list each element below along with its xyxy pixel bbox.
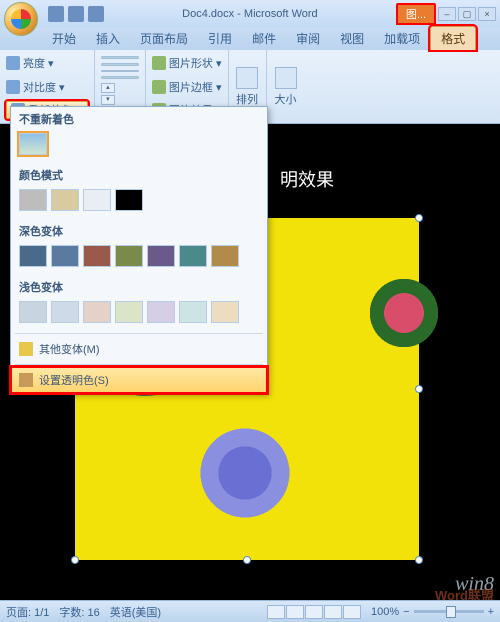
section-dark-variants: 深色变体 (11, 219, 267, 241)
swatch-light-4[interactable] (115, 301, 143, 323)
swatch-sepia[interactable] (51, 189, 79, 211)
swatch-dark-5[interactable] (147, 245, 175, 267)
qat-undo-icon[interactable] (68, 6, 84, 22)
picture-style-2[interactable] (101, 63, 139, 66)
ribbon-tabs: 开始 插入 页面布局 引用 邮件 审阅 视图 加载项 格式 (0, 28, 500, 50)
swatch-light-1[interactable] (19, 301, 47, 323)
tab-addins[interactable]: 加载项 (374, 27, 430, 50)
swatch-gray[interactable] (19, 189, 47, 211)
swatch-light-7[interactable] (211, 301, 239, 323)
contrast-icon (6, 80, 20, 94)
picture-border-button[interactable]: 图片边框 ▾ (169, 79, 222, 95)
view-web-layout[interactable] (305, 605, 323, 619)
style-scroll-up[interactable]: ▴ (101, 83, 115, 93)
section-color-mode: 颜色模式 (11, 163, 267, 185)
eyedropper-icon (19, 373, 33, 387)
swatch-washout[interactable] (83, 189, 111, 211)
section-no-recolor: 不重新着色 (11, 107, 267, 129)
picture-content-rose (359, 278, 449, 348)
view-print-layout[interactable] (267, 605, 285, 619)
view-outline[interactable] (324, 605, 342, 619)
swatch-light-2[interactable] (51, 301, 79, 323)
menu-set-transparent-color[interactable]: 设置透明色(S) (11, 367, 267, 393)
brightness-button[interactable]: 亮度 ▾ (23, 55, 54, 71)
status-page[interactable]: 页面: 1/1 (6, 604, 49, 620)
zoom-out-button[interactable]: − (403, 606, 409, 618)
swatch-dark-1[interactable] (19, 245, 47, 267)
status-words[interactable]: 字数: 16 (59, 604, 99, 620)
swatch-bw[interactable] (115, 189, 143, 211)
tab-references[interactable]: 引用 (198, 27, 242, 50)
style-scroll-down[interactable]: ▾ (101, 95, 115, 105)
tab-review[interactable]: 审阅 (286, 27, 330, 50)
office-button[interactable] (4, 2, 38, 36)
zoom-in-button[interactable]: + (488, 606, 494, 618)
tab-format[interactable]: 格式 (430, 26, 476, 50)
swatch-dark-3[interactable] (83, 245, 111, 267)
qat-redo-icon[interactable] (88, 6, 104, 22)
contextual-tab-picture[interactable]: 图... (396, 3, 436, 25)
picture-style-1[interactable] (101, 56, 139, 59)
zoom-level[interactable]: 100% (371, 606, 399, 618)
palette-icon (19, 342, 33, 356)
menu-more-variants[interactable]: 其他变体(M) (11, 336, 267, 362)
recolor-dropdown: 不重新着色 颜色模式 深色变体 浅色变体 其他变体(M) 设置透明色(S) (10, 106, 268, 394)
picture-shape-icon (152, 56, 166, 70)
swatch-dark-7[interactable] (211, 245, 239, 267)
close-button[interactable]: × (478, 7, 496, 21)
resize-handle-se[interactable] (415, 556, 423, 564)
picture-shape-button[interactable]: 图片形状 ▾ (169, 55, 222, 71)
minimize-button[interactable]: – (438, 7, 456, 21)
swatch-light-5[interactable] (147, 301, 175, 323)
view-full-screen[interactable] (286, 605, 304, 619)
picture-content-violet (175, 418, 315, 528)
tab-insert[interactable]: 插入 (86, 27, 130, 50)
section-light-variants: 浅色变体 (11, 275, 267, 297)
swatch-dark-6[interactable] (179, 245, 207, 267)
swatch-light-3[interactable] (83, 301, 111, 323)
arrange-icon (236, 67, 258, 89)
status-language[interactable]: 英语(美国) (110, 604, 161, 620)
swatch-original[interactable] (19, 133, 47, 155)
resize-handle-e[interactable] (415, 385, 423, 393)
picture-border-icon (152, 80, 166, 94)
resize-handle-ne[interactable] (415, 214, 423, 222)
swatch-dark-4[interactable] (115, 245, 143, 267)
swatch-light-6[interactable] (179, 301, 207, 323)
maximize-button[interactable]: ▢ (458, 7, 476, 21)
swatch-dark-2[interactable] (51, 245, 79, 267)
tab-view[interactable]: 视图 (330, 27, 374, 50)
zoom-slider[interactable] (414, 610, 484, 613)
resize-handle-sw[interactable] (71, 556, 79, 564)
qat-save-icon[interactable] (48, 6, 64, 22)
arrange-button[interactable]: 排列 (236, 91, 258, 107)
window-title: Doc4.docx - Microsoft Word (104, 8, 396, 20)
tab-home[interactable]: 开始 (42, 27, 86, 50)
tab-mailings[interactable]: 邮件 (242, 27, 286, 50)
picture-style-4[interactable] (101, 76, 139, 79)
view-draft[interactable] (343, 605, 361, 619)
size-icon (275, 67, 297, 89)
resize-handle-s[interactable] (243, 556, 251, 564)
size-button[interactable]: 大小 (275, 91, 297, 107)
document-text: 明效果 (280, 166, 334, 192)
contrast-button[interactable]: 对比度 ▾ (23, 79, 65, 95)
brightness-icon (6, 56, 20, 70)
picture-style-3[interactable] (101, 70, 139, 73)
tab-layout[interactable]: 页面布局 (130, 27, 198, 50)
